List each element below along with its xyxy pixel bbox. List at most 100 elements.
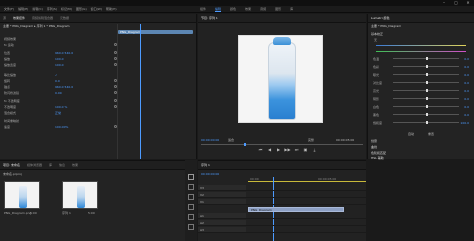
effect-row[interactable]: 锚点 960.0 540.0 bbox=[4, 84, 194, 89]
slider-value[interactable]: 0.0 bbox=[459, 97, 469, 101]
effect-row[interactable]: 不透明度 100.0 % bbox=[4, 104, 194, 109]
program-playhead[interactable] bbox=[244, 143, 246, 146]
slider-value[interactable]: 0.0 bbox=[459, 89, 469, 93]
project-item-thumbnail[interactable] bbox=[4, 181, 40, 209]
tab-effect-controls[interactable]: 效果控件 bbox=[13, 16, 25, 20]
section-creative[interactable]: 创意 bbox=[371, 138, 472, 143]
workspace-effects[interactable]: 效果 bbox=[245, 7, 251, 12]
slider-track[interactable] bbox=[393, 57, 459, 60]
slider-knob[interactable] bbox=[426, 57, 428, 60]
lumetri-slider-row[interactable]: 饱和度 100.0 bbox=[373, 120, 469, 125]
effect-row[interactable]: fx 运动 bbox=[4, 42, 194, 47]
go-to-out-icon[interactable]: ⏭ bbox=[292, 148, 301, 152]
program-scrubber[interactable] bbox=[201, 144, 363, 145]
tab-sequence[interactable]: 序列 1 bbox=[201, 163, 210, 167]
menu-edit[interactable]: 编辑(E) bbox=[18, 7, 28, 11]
slider-track[interactable] bbox=[393, 81, 459, 84]
keyframe-toggle-icon[interactable] bbox=[114, 79, 117, 82]
tab-effects[interactable]: 效果 bbox=[72, 163, 78, 167]
effect-row[interactable]: 时间重映射 bbox=[4, 118, 194, 123]
slider-track[interactable] bbox=[393, 113, 459, 116]
tab-libraries[interactable]: 库 bbox=[49, 163, 52, 167]
zoom-select[interactable]: 适合 bbox=[228, 138, 234, 142]
keyframe-toggle-icon[interactable] bbox=[114, 99, 117, 102]
keyframe-toggle-icon[interactable] bbox=[114, 125, 117, 128]
effect-row-value[interactable]: 100.00% bbox=[55, 125, 68, 129]
track-header[interactable]: A2 bbox=[198, 220, 246, 225]
slider-value[interactable]: 0.0 bbox=[459, 113, 469, 117]
section-basic-correction[interactable]: 基本校正 bbox=[371, 31, 472, 36]
slider-track[interactable] bbox=[393, 73, 459, 76]
pen-tool-icon[interactable] bbox=[188, 224, 194, 230]
keyframe-toggle-icon[interactable] bbox=[114, 63, 117, 66]
keyframe-toggle-icon[interactable] bbox=[114, 85, 117, 88]
timeline-timecode[interactable]: 00:00:00:00 bbox=[201, 172, 219, 176]
slider-value[interactable]: 0.0 bbox=[459, 57, 469, 61]
effect-row-value[interactable]: 100.0 bbox=[55, 57, 64, 61]
workspace-graphics[interactable]: 图形 bbox=[275, 7, 281, 12]
tab-info[interactable]: 信息 bbox=[59, 163, 65, 167]
menu-markers[interactable]: 标记(M) bbox=[61, 7, 72, 11]
lumetri-slider-row[interactable]: 阴影 0.0 bbox=[373, 96, 469, 101]
slider-knob[interactable] bbox=[426, 73, 428, 76]
effect-row-value[interactable]: 0.0 bbox=[55, 79, 60, 83]
menu-file[interactable]: 文件(F) bbox=[4, 7, 14, 11]
keyframe-toggle-icon[interactable] bbox=[114, 51, 117, 54]
effect-row[interactable]: 缩放 100.0 bbox=[4, 56, 194, 61]
lumetri-slider-row[interactable]: 曝光 0.0 bbox=[373, 72, 469, 77]
menu-window[interactable]: 窗口(W) bbox=[91, 7, 102, 11]
section-hsl[interactable]: HSL 辅助 bbox=[371, 155, 472, 160]
slider-value[interactable]: 0.0 bbox=[459, 65, 469, 69]
slider-knob[interactable] bbox=[426, 81, 428, 84]
workspace-color[interactable]: 颜色 bbox=[230, 7, 236, 12]
slider-value[interactable]: 0.0 bbox=[459, 81, 469, 85]
timeline-clip[interactable]: PNG_Diagram bbox=[248, 207, 344, 212]
slider-value[interactable]: 0.0 bbox=[459, 73, 469, 77]
keyframe-toggle-icon[interactable] bbox=[114, 57, 117, 60]
workspace-audio[interactable]: 音频 bbox=[260, 7, 266, 12]
slider-track[interactable] bbox=[393, 65, 459, 68]
program-timecode[interactable]: 00:00:00:00 bbox=[201, 138, 219, 142]
effect-row-value[interactable]: 正常 bbox=[55, 111, 61, 115]
tab-media-browser[interactable]: 媒体浏览器 bbox=[27, 163, 42, 167]
effect-row-value[interactable]: 100.0 % bbox=[55, 105, 67, 109]
effect-row[interactable]: 混合模式 正常 bbox=[4, 110, 194, 115]
slider-track[interactable] bbox=[393, 89, 459, 92]
effect-row[interactable]: fx 不透明度 bbox=[4, 98, 194, 103]
keyframe-toggle-icon[interactable] bbox=[114, 91, 117, 94]
track-header[interactable]: V2 bbox=[198, 192, 246, 197]
track-header[interactable]: V3 bbox=[198, 185, 246, 190]
slider-track[interactable] bbox=[393, 105, 459, 108]
menu-clip[interactable]: 剪辑(C) bbox=[32, 7, 42, 11]
effect-row-value[interactable]: 0.00 bbox=[55, 91, 62, 95]
lumetri-slider-row[interactable]: 高光 0.0 bbox=[373, 88, 469, 93]
tab-metadata[interactable]: 元数据 bbox=[60, 16, 69, 20]
effect-row[interactable]: 缩放宽度 100.0 bbox=[4, 62, 194, 67]
section-curves[interactable]: 曲线 bbox=[371, 144, 472, 149]
slider-track[interactable] bbox=[393, 121, 459, 124]
lumetri-slider-row[interactable]: 黑色 0.0 bbox=[373, 112, 469, 117]
effect-row-value[interactable]: 100.0 bbox=[55, 63, 64, 67]
slider-knob[interactable] bbox=[426, 105, 428, 108]
project-item-thumbnail[interactable] bbox=[62, 181, 98, 209]
slider-knob[interactable] bbox=[426, 65, 428, 68]
track-header[interactable]: V1 bbox=[198, 199, 246, 204]
effect-row-value[interactable]: 960.0 540.0 bbox=[55, 85, 73, 89]
razor-tool-icon[interactable] bbox=[188, 204, 194, 210]
slider-knob[interactable] bbox=[426, 89, 428, 92]
quality-select[interactable]: 完整 bbox=[308, 138, 314, 142]
lumetri-source[interactable]: 主要 * PNG_Diagram bbox=[371, 24, 401, 28]
play-icon[interactable]: ▶ bbox=[274, 148, 283, 152]
effect-row-value[interactable]: 960.0 540.0 bbox=[55, 51, 73, 55]
work-area-bar[interactable] bbox=[248, 181, 366, 182]
effect-row[interactable]: 旋转 0.0 bbox=[4, 78, 194, 83]
slider-value[interactable]: 100.0 bbox=[459, 121, 469, 125]
insert-icon[interactable]: ⤓ bbox=[310, 148, 319, 152]
ripple-edit-tool-icon[interactable] bbox=[188, 194, 194, 200]
lumetri-slider-row[interactable]: 白色 0.0 bbox=[373, 104, 469, 109]
workspace-libraries[interactable]: 库 bbox=[290, 7, 293, 12]
slider-value[interactable]: 0.0 bbox=[459, 105, 469, 109]
effect-row[interactable]: 速度 100.00% bbox=[4, 124, 194, 129]
slider-track[interactable] bbox=[393, 97, 459, 100]
step-back-icon[interactable]: ◀ bbox=[265, 148, 274, 152]
